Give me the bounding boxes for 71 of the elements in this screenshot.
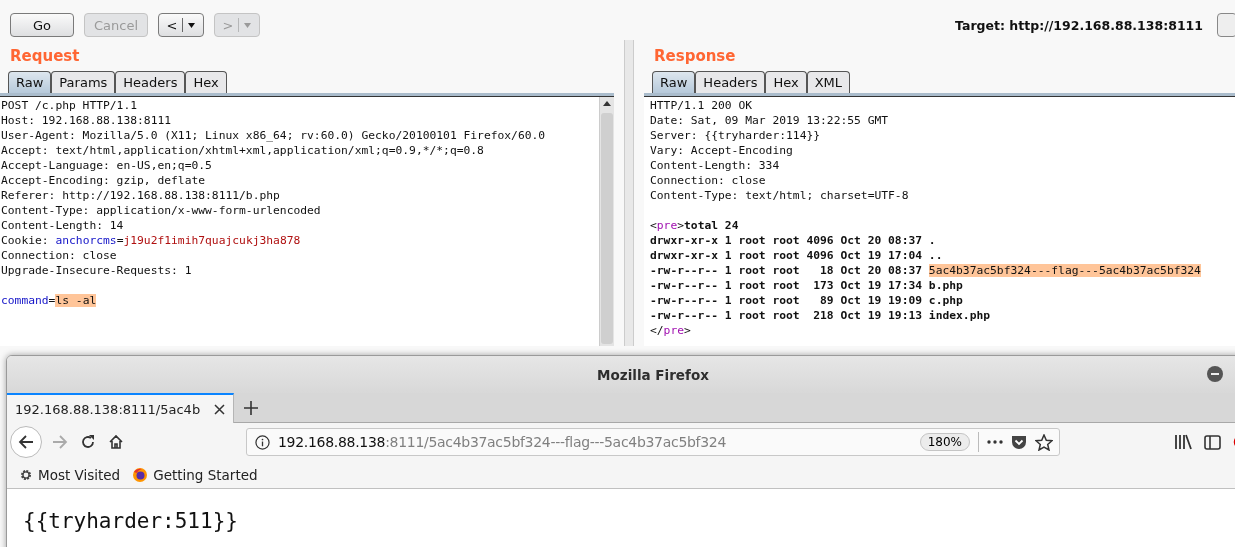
reload-icon (80, 434, 96, 450)
url-text: 192.168.88.138:8111/5ac4b37ac5bf324---flag---5ac4b37ac5bf324 (278, 434, 728, 450)
gear-icon (19, 467, 33, 482)
tab[interactable]: Params (51, 71, 116, 93)
code-line: Accept-Encoding: gzip, deflate (1, 173, 207, 188)
code-line: User-Agent: Mozilla/5.0 (X11; Linux x86_64; rv:60.0) Gecko/20100101 Firefox/60.0 (1, 128, 547, 143)
zoom-level-button[interactable]: 180% (919, 433, 970, 451)
code-line: Content-Type: application/x-www-form-urlencoded (1, 203, 322, 218)
tab[interactable]: Raw (8, 71, 52, 93)
code-line: -rw-r--r-- 1 root root 218 Oct 19 19:13 index.php (650, 308, 992, 323)
edit-button[interactable] (1217, 13, 1235, 37)
code-line: Cookie: anchorcms=j19u2f1imih7quajcukj3ha878 (1, 233, 302, 248)
back-arrow-icon (18, 434, 34, 450)
browser-logo-icon (132, 466, 149, 483)
code-line: Accept: text/html,application/xhtml+xml,application/xml;q=0.9,*/*;q=0.8 (1, 143, 485, 158)
page-text: {{tryharder:511}} (23, 509, 238, 533)
tab[interactable]: XML (806, 71, 851, 93)
more-icon (987, 440, 1003, 444)
code-line: command=ls -al (1, 293, 98, 308)
code-line: -rw-r--r-- 1 root root 173 Oct 19 17:34 b.php (650, 278, 964, 293)
sidebar-button[interactable] (1202, 432, 1223, 452)
caret-icon (244, 22, 252, 28)
tab[interactable]: Headers (695, 71, 766, 93)
window-title: Mozilla Firefox (597, 366, 709, 383)
code-line: Accept-Language: en-US,en;q=0.5 (1, 158, 213, 173)
tab[interactable]: Raw (652, 71, 696, 93)
bookmark-item[interactable]: Most Visited (19, 466, 121, 483)
code-line: Host: 192.168.88.138:8111 (1, 113, 173, 128)
address-bar[interactable]: 192.168.88.138:8111/5ac4b37ac5bf324---flag---5ac4b37ac5bf324 180% (246, 428, 1060, 456)
code-line: Server: {{tryharder:114}} (650, 128, 822, 143)
library-button[interactable] (1172, 432, 1194, 452)
bookmark-item[interactable]: Getting Started (132, 466, 258, 483)
info-icon (255, 434, 270, 450)
minimize-icon (1207, 366, 1223, 382)
caret-icon (188, 22, 196, 28)
code-line: Referer: http://192.168.88.138:8111/b.php (1, 188, 281, 203)
panel-title: Response (653, 46, 737, 67)
browser-tab[interactable]: 192.168.88.138:8111/5ac4b (7, 393, 234, 423)
library-icon (1174, 434, 1192, 450)
tab[interactable]: Hex (765, 71, 807, 93)
plus-icon (244, 400, 258, 415)
scrollbar[interactable] (599, 97, 614, 346)
code-line: HTTP/1.1 200 OK (650, 98, 754, 113)
panel-title: Request (9, 46, 81, 67)
tab[interactable]: Headers (115, 71, 186, 93)
back-button[interactable] (10, 426, 42, 458)
code-line: <pre>total 24 (650, 218, 740, 233)
toolbar-button[interactable]: Go (10, 13, 74, 37)
code-line: POST /c.php HTTP/1.1 (1, 98, 139, 113)
code-line: Connection: close (1, 248, 118, 263)
code-line: Date: Sat, 09 Mar 2019 13:22:55 GMT (650, 113, 890, 128)
home-icon (108, 434, 124, 450)
close-icon (214, 403, 225, 415)
code-line: Vary: Accept-Encoding (650, 143, 794, 158)
target-label: Target: http://192.168.88.138:8111 (955, 17, 1203, 33)
star-icon (1035, 433, 1053, 451)
code-line: Connection: close (650, 173, 767, 188)
sidebar-icon (1204, 434, 1221, 450)
code-line: </pre> (650, 323, 692, 338)
code-line: Upgrade-Insecure-Requests: 1 (1, 263, 193, 278)
code-line: drwxr-xr-x 1 root root 4096 Oct 19 17:04 .. (650, 248, 944, 263)
tab[interactable]: Hex (185, 71, 227, 93)
code-line: Content-Type: text/html; charset=UTF-8 (650, 188, 910, 203)
code-line: -rw-r--r-- 1 root root 89 Oct 19 19:09 c.php (650, 293, 964, 308)
forward-arrow-icon (52, 434, 68, 450)
history-button[interactable]: < (158, 13, 204, 37)
code-line: -rw-r--r-- 1 root root 18 Oct 20 08:37 5ac4b37ac5bf324---flag---5ac4b37ac5bf324 (650, 263, 1202, 278)
code-line: Content-Length: 14 (1, 218, 125, 233)
code-line: Content-Length: 334 (650, 158, 781, 173)
pocket-icon (1011, 434, 1027, 450)
code-line: drwxr-xr-x 1 root root 4096 Oct 20 08:37 . (650, 233, 937, 248)
